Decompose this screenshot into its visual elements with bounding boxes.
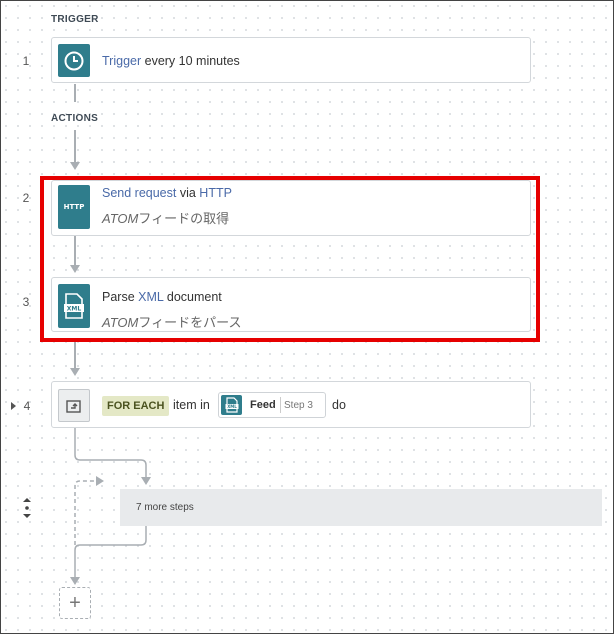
collapsed-steps[interactable]: 7 more steps xyxy=(120,489,602,526)
expand-vertical-icon[interactable] xyxy=(22,497,32,519)
add-step-button[interactable]: + xyxy=(59,587,91,619)
plus-icon: + xyxy=(69,591,81,614)
loop-connectors xyxy=(70,428,151,585)
